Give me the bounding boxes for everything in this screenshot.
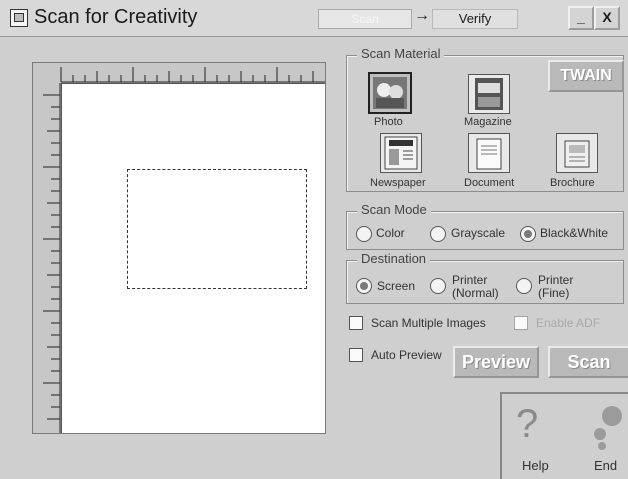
radio-black-white[interactable] xyxy=(520,226,536,242)
document-tile[interactable] xyxy=(468,133,510,173)
magazine-icon xyxy=(475,78,503,110)
step-scan: Scan xyxy=(318,9,412,29)
scan-multiple-checkbox[interactable] xyxy=(349,316,363,330)
app-icon xyxy=(10,9,28,27)
color-label: Color xyxy=(376,226,405,240)
scan-multiple-label: Scan Multiple Images xyxy=(371,316,486,330)
end-label[interactable]: End xyxy=(594,458,617,473)
scan-material-legend: Scan Material xyxy=(357,46,445,61)
document-icon xyxy=(476,138,502,170)
help-label[interactable]: Help xyxy=(522,458,549,473)
step-verify: Verify xyxy=(432,9,518,29)
printer-normal-label: Printer (Normal) xyxy=(452,273,499,300)
help-end-panel: ? Help End xyxy=(500,392,628,479)
newspaper-icon xyxy=(384,136,418,170)
scan-mode-legend: Scan Mode xyxy=(357,202,431,217)
ruler-left xyxy=(33,83,62,433)
magazine-tile[interactable] xyxy=(468,74,510,114)
ruler-top-ticks xyxy=(60,67,325,83)
radio-color[interactable] xyxy=(356,226,372,242)
auto-preview-label: Auto Preview xyxy=(371,348,442,362)
newspaper-tile[interactable] xyxy=(380,133,422,173)
magazine-label: Magazine xyxy=(464,116,512,128)
radio-screen[interactable] xyxy=(356,278,372,294)
question-icon[interactable]: ? xyxy=(516,402,538,447)
selection-marquee[interactable] xyxy=(127,169,307,289)
photo-label: Photo xyxy=(374,116,403,128)
radio-printer-normal[interactable] xyxy=(430,278,446,294)
newspaper-label: Newspaper xyxy=(370,177,426,189)
screen-label: Screen xyxy=(377,279,416,293)
document-label: Document xyxy=(464,177,515,189)
radio-printer-fine[interactable] xyxy=(516,278,532,294)
grayscale-label: Grayscale xyxy=(451,226,506,240)
step-arrow-icon: → xyxy=(414,7,430,24)
preview-area[interactable] xyxy=(32,62,326,434)
twain-button[interactable]: TWAIN xyxy=(548,60,624,92)
printer-fine-label: Printer (Fine) xyxy=(538,273,574,300)
enable-adf-label: Enable ADF xyxy=(536,316,601,330)
title-bar: Scan for Creativity Scan → Verify _ X xyxy=(0,0,628,37)
photo-tile[interactable] xyxy=(368,72,412,114)
window-title: Scan for Creativity xyxy=(34,6,198,28)
preview-page[interactable] xyxy=(62,84,325,433)
minimize-button[interactable]: _ xyxy=(568,6,594,30)
ruler-top xyxy=(33,63,325,84)
ruler-left-ticks xyxy=(43,83,61,433)
brochure-icon xyxy=(564,140,590,168)
enable-adf-checkbox[interactable] xyxy=(514,316,528,330)
close-button[interactable]: X xyxy=(594,6,620,30)
black-white-label: Black&White xyxy=(540,226,609,240)
preview-button[interactable]: Preview xyxy=(453,346,539,378)
end-icon[interactable] xyxy=(588,404,628,454)
photo-icon xyxy=(373,77,407,109)
scan-button[interactable]: Scan xyxy=(548,346,628,378)
brochure-label: Brochure xyxy=(550,177,595,189)
brochure-tile[interactable] xyxy=(556,133,598,173)
auto-preview-checkbox[interactable] xyxy=(349,348,363,362)
destination-legend: Destination xyxy=(357,251,431,266)
radio-grayscale[interactable] xyxy=(430,226,446,242)
